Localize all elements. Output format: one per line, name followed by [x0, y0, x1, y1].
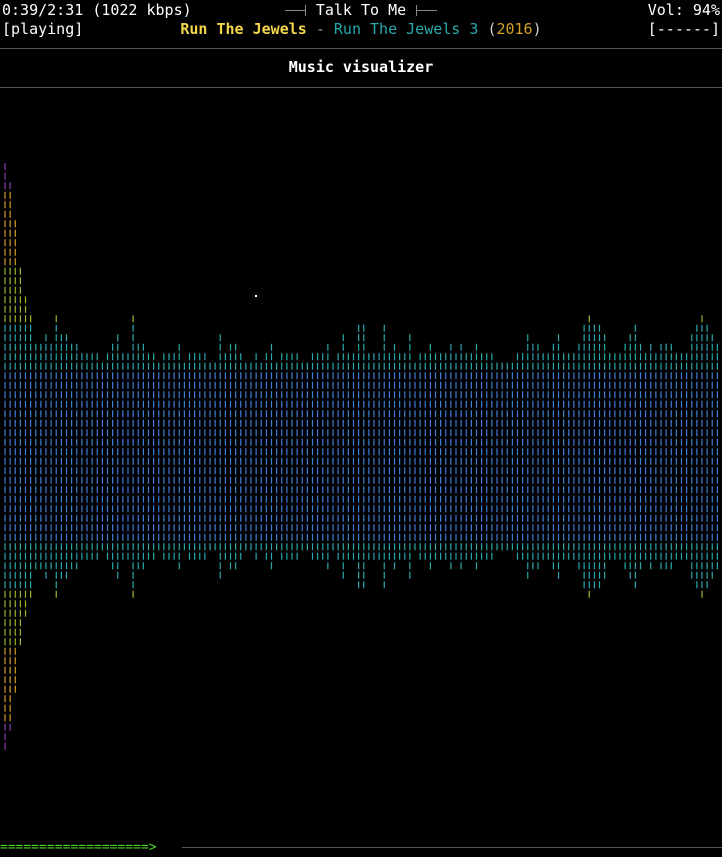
screen-title: Music visualizer [288, 58, 434, 76]
title-divider [0, 87, 722, 88]
album-name: Run The Jewels 3 [333, 20, 479, 38]
volume-readout: Vol: 94% [647, 1, 720, 19]
music-visualizer [4, 163, 718, 750]
mode-flags: [------] [647, 20, 720, 38]
header-divider [0, 48, 722, 49]
status-line: 0:39/2:31 (1022 kbps) Talk To Me Vol: 94… [0, 1, 722, 20]
progress-fill: ===================> [0, 839, 182, 856]
album-year: 2016 [496, 20, 533, 38]
artist-album-separator: - [306, 20, 334, 38]
song-title: Talk To Me [315, 1, 407, 19]
info-line: [playing] Run The Jewels - Run The Jewel… [0, 20, 722, 39]
year-close-paren: ) [532, 20, 542, 38]
title-right-rule [417, 10, 438, 11]
now-playing-info: Run The Jewels - Run The Jewels 3 (2016) [0, 20, 722, 39]
progress-bar[interactable]: ===================> [0, 838, 722, 857]
title-left-rule [284, 10, 305, 11]
visualizer-stray-dot [255, 295, 257, 297]
song-title-line: Talk To Me [0, 1, 722, 20]
artist-name: Run The Jewels [180, 20, 307, 38]
